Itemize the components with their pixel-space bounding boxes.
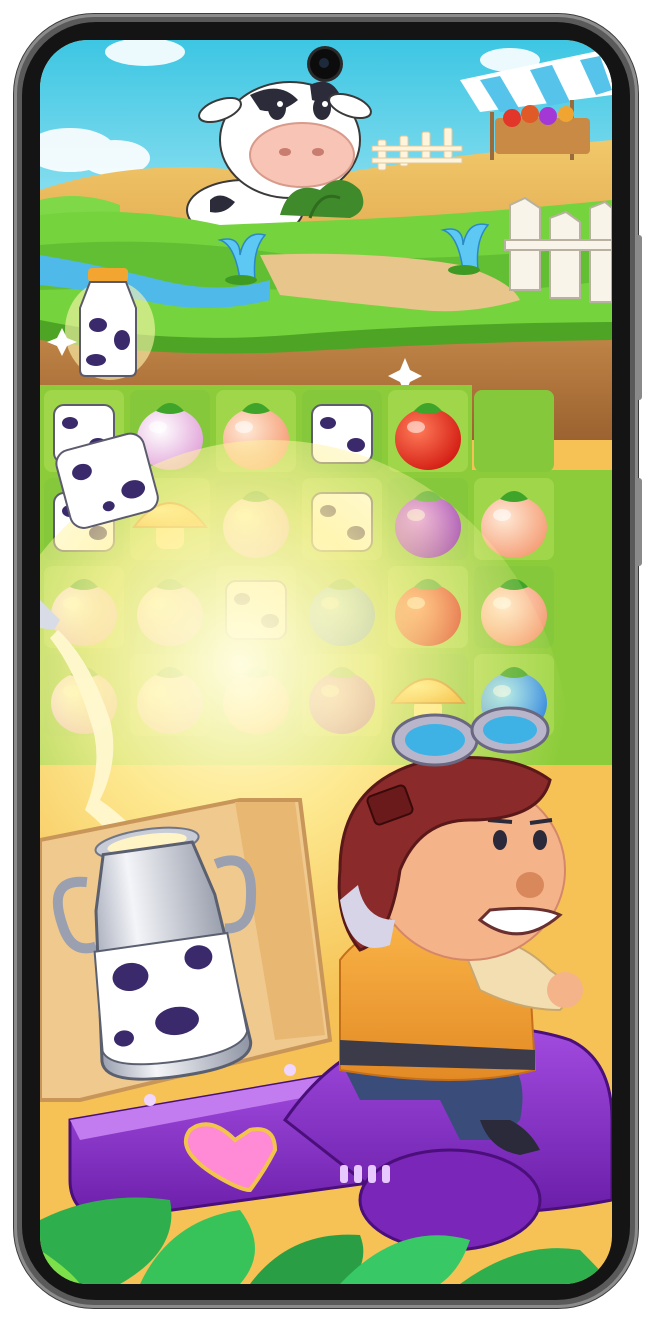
game-scene[interactable] (40, 40, 612, 1284)
front-camera (310, 49, 340, 79)
board-tile[interactable] (474, 390, 554, 472)
volume-button (636, 478, 642, 566)
game-screen[interactable] (40, 40, 612, 1284)
power-button (636, 235, 642, 400)
